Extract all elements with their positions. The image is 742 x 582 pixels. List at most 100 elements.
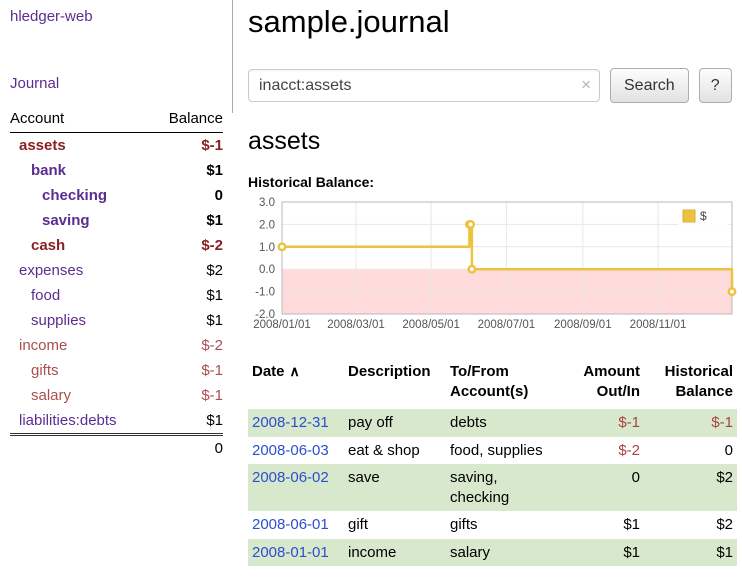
accounts-total: 0 — [151, 435, 223, 462]
transaction-description: gift — [344, 511, 446, 539]
transaction-balance: $2 — [644, 464, 737, 511]
main-content: sample.journal × Search ? assets Histori… — [248, 0, 737, 566]
svg-text:1.0: 1.0 — [259, 242, 275, 254]
account-link[interactable]: bank — [31, 162, 66, 179]
account-balance: $2 — [151, 258, 223, 283]
account-link[interactable]: food — [31, 287, 60, 304]
transaction-balance: $1 — [644, 539, 737, 567]
transaction-accounts: food, supplies — [446, 437, 564, 465]
clear-search-icon[interactable]: × — [581, 75, 591, 95]
transaction-balance: $-1 — [644, 409, 737, 437]
transaction-amount: $1 — [564, 511, 644, 539]
app-title-link[interactable]: hledger-web — [10, 8, 93, 25]
column-header-accounts: To/From Account(s) — [446, 360, 564, 409]
account-balance: $1 — [151, 408, 223, 435]
account-balance: $-1 — [151, 358, 223, 383]
account-balance: $1 — [151, 208, 223, 233]
transactions-header-row: Date∧ Description To/From Account(s) Amo… — [248, 360, 737, 409]
transactions-table: Date∧ Description To/From Account(s) Amo… — [248, 360, 737, 566]
transaction-row: 2008-06-02 save saving, checking 0 $2 — [248, 464, 737, 511]
account-row: bank $1 — [10, 158, 223, 183]
date-header-label: Date — [252, 363, 285, 380]
transaction-description: eat & shop — [344, 437, 446, 465]
account-row: liabilities:debts $1 — [10, 408, 223, 435]
account-link[interactable]: liabilities:debts — [19, 412, 117, 429]
account-row: income $-2 — [10, 333, 223, 358]
transaction-description: pay off — [344, 409, 446, 437]
account-balance: $1 — [151, 158, 223, 183]
column-header-balance: Historical Balance — [644, 360, 737, 409]
transaction-balance: 0 — [644, 437, 737, 465]
journal-link[interactable]: Journal — [10, 75, 59, 92]
accounts-table: Account Balance assets $-1 bank $1 check… — [10, 108, 223, 461]
svg-text:2008/09/01: 2008/09/01 — [554, 319, 612, 331]
transaction-row: 2008-06-03 eat & shop food, supplies $-2… — [248, 437, 737, 465]
account-link[interactable]: cash — [31, 237, 65, 254]
account-link[interactable]: checking — [42, 187, 107, 204]
transaction-accounts: gifts — [446, 511, 564, 539]
svg-text:2.0: 2.0 — [259, 219, 275, 231]
transaction-accounts: debts — [446, 409, 564, 437]
transaction-date-link[interactable]: 2008-01-01 — [252, 544, 329, 561]
svg-text:$: $ — [700, 209, 707, 223]
account-link[interactable]: income — [19, 337, 67, 354]
accounts-header-account: Account — [10, 108, 151, 133]
svg-text:2008/05/01: 2008/05/01 — [402, 319, 460, 331]
account-link[interactable]: assets — [19, 137, 66, 154]
transaction-date-link[interactable]: 2008-06-02 — [252, 469, 329, 486]
transaction-row: 2008-01-01 income salary $1 $1 — [248, 539, 737, 567]
transaction-date-link[interactable]: 2008-12-31 — [252, 414, 329, 431]
transaction-amount: $1 — [564, 539, 644, 567]
account-row: checking 0 — [10, 183, 223, 208]
account-row: cash $-2 — [10, 233, 223, 258]
transaction-description: income — [344, 539, 446, 567]
page-title: sample.journal — [248, 4, 737, 40]
svg-text:2008/07/01: 2008/07/01 — [478, 319, 536, 331]
account-heading: assets — [248, 127, 737, 156]
transaction-balance: $2 — [644, 511, 737, 539]
account-row: food $1 — [10, 283, 223, 308]
account-balance: $-2 — [151, 233, 223, 258]
balance-chart-svg: 3.02.01.00.0-1.0-2.02008/01/012008/03/01… — [248, 196, 737, 336]
help-button[interactable]: ? — [699, 68, 732, 103]
account-link[interactable]: supplies — [31, 312, 86, 329]
transaction-amount: $-1 — [564, 409, 644, 437]
transaction-date-link[interactable]: 2008-06-01 — [252, 516, 329, 533]
svg-text:2008/11/01: 2008/11/01 — [630, 319, 687, 331]
search-input[interactable] — [248, 69, 600, 102]
account-balance: $-1 — [151, 383, 223, 408]
account-row: supplies $1 — [10, 308, 223, 333]
account-row: gifts $-1 — [10, 358, 223, 383]
sidebar: hledger-web Journal Account Balance asse… — [0, 0, 233, 461]
account-row: expenses $2 — [10, 258, 223, 283]
account-link[interactable]: gifts — [31, 362, 59, 379]
account-link[interactable]: salary — [31, 387, 71, 404]
account-row: assets $-1 — [10, 133, 223, 159]
account-balance: $-1 — [151, 133, 223, 159]
transaction-accounts: salary — [446, 539, 564, 567]
transaction-amount: 0 — [564, 464, 644, 511]
account-link[interactable]: expenses — [19, 262, 83, 279]
transaction-accounts: saving, checking — [446, 464, 564, 511]
transaction-date-link[interactable]: 2008-06-03 — [252, 442, 329, 459]
search-bar: × Search ? — [248, 68, 737, 103]
account-link[interactable]: saving — [42, 212, 90, 229]
column-header-description: Description — [344, 360, 446, 409]
accounts-header-balance: Balance — [151, 108, 223, 133]
transaction-amount: $-2 — [564, 437, 644, 465]
account-balance: 0 — [151, 183, 223, 208]
sort-ascending-icon: ∧ — [290, 363, 300, 379]
transaction-description: save — [344, 464, 446, 511]
search-button[interactable]: Search — [610, 68, 689, 103]
accounts-total-row: 0 — [10, 435, 223, 462]
column-header-date[interactable]: Date ∧ — [248, 360, 344, 409]
sidebar-divider — [232, 0, 233, 113]
account-balance: $1 — [151, 308, 223, 333]
svg-text:3.0: 3.0 — [259, 197, 275, 209]
account-row: salary $-1 — [10, 383, 223, 408]
chart-title: Historical Balance: — [248, 174, 737, 190]
transaction-row: 2008-12-31 pay off debts $-1 $-1 — [248, 409, 737, 437]
svg-text:2008/03/01: 2008/03/01 — [327, 319, 385, 331]
transaction-row: 2008-06-01 gift gifts $1 $2 — [248, 511, 737, 539]
account-balance: $1 — [151, 283, 223, 308]
